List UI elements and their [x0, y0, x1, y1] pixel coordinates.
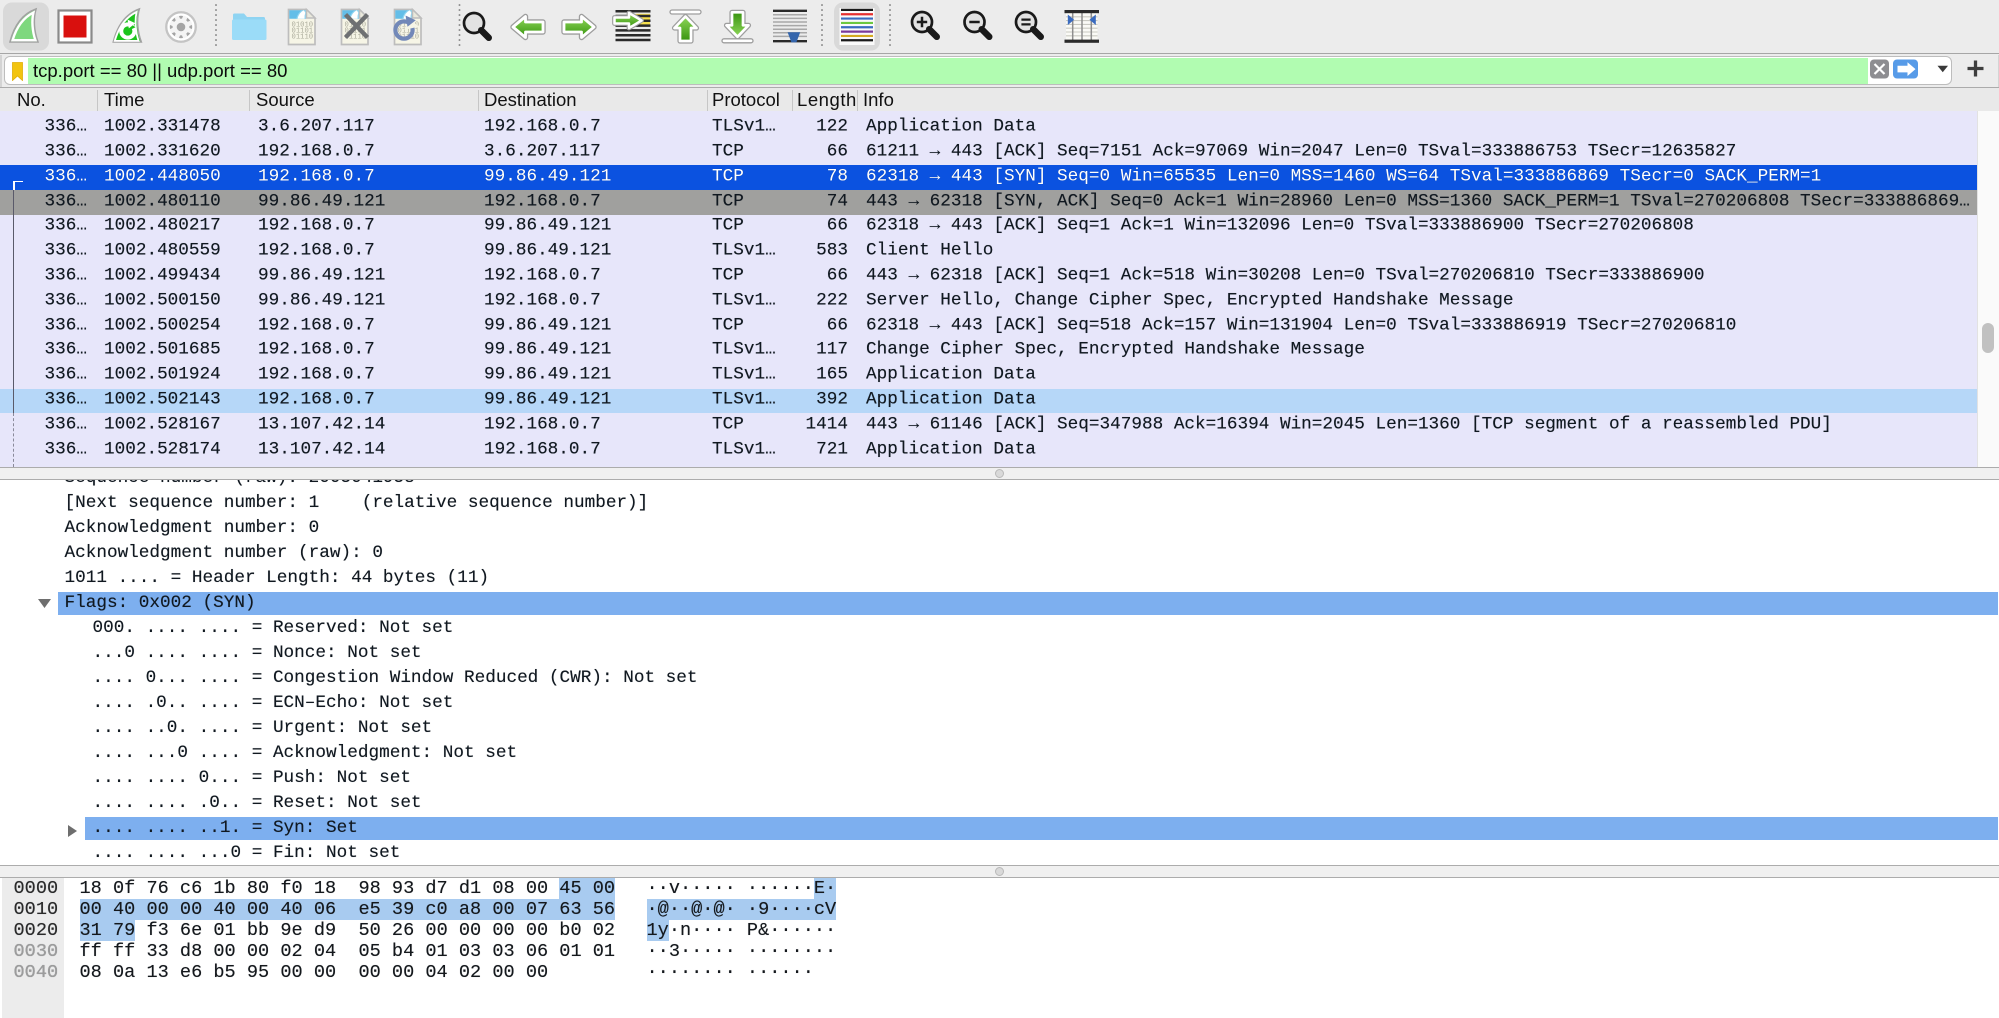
svg-text:01110: 01110 — [292, 34, 314, 42]
